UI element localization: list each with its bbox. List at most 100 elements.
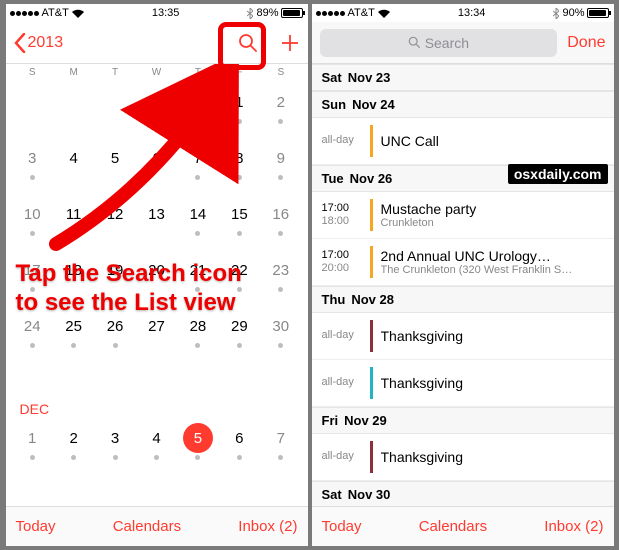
day-cell[interactable]: 25	[53, 305, 94, 361]
day-number: 30	[266, 311, 296, 341]
day-cell[interactable]: 22	[219, 249, 260, 305]
list-section-header: SunNov 24	[312, 91, 614, 118]
day-cell[interactable]: 7	[177, 137, 218, 193]
day-cell[interactable]: 17	[12, 249, 53, 305]
day-cell[interactable]: 19	[94, 249, 135, 305]
day-cell[interactable]: 15	[219, 193, 260, 249]
search-icon[interactable]	[238, 33, 258, 53]
list-section-header: FriNov 29	[312, 407, 614, 434]
day-number: 1	[17, 423, 47, 453]
calendars-button[interactable]: Calendars	[113, 518, 181, 535]
event-list[interactable]: SatNov 23SunNov 24all-dayUNC CallTueNov …	[312, 64, 614, 506]
day-cell[interactable]: 12	[94, 193, 135, 249]
day-cell[interactable]: 23	[260, 249, 301, 305]
battery-pct-label: 89%	[256, 7, 278, 19]
list-section-header: SatNov 23	[312, 64, 614, 91]
event-row[interactable]: all-dayUNC Call	[312, 118, 614, 165]
day-cell[interactable]	[53, 81, 94, 137]
event-time: all-day	[322, 329, 370, 342]
day-cell[interactable]: 2	[53, 417, 94, 473]
day-cell[interactable]: 3	[94, 417, 135, 473]
day-cell[interactable]: 21	[177, 249, 218, 305]
day-cell[interactable]: 28	[177, 305, 218, 361]
day-cell[interactable]: 16	[260, 193, 301, 249]
day-cell[interactable]: 10	[12, 193, 53, 249]
weekday-label: T	[94, 67, 135, 78]
day-cell[interactable]: 13	[136, 193, 177, 249]
day-cell[interactable]: 5	[177, 417, 218, 473]
event-dot-icon	[113, 455, 118, 460]
battery-icon	[281, 8, 303, 18]
status-bar: AT&T 13:34 90%	[312, 4, 614, 22]
back-button[interactable]: 2013	[14, 33, 64, 53]
event-dot-icon	[195, 287, 200, 292]
month-grid[interactable]: 1234567	[6, 417, 308, 473]
inbox-button[interactable]: Inbox (2)	[544, 518, 603, 535]
today-button[interactable]: Today	[16, 518, 56, 535]
event-row[interactable]: 17:0020:002nd Annual UNC Urology…The Cru…	[312, 239, 614, 286]
day-cell[interactable]: 11	[53, 193, 94, 249]
weekday-label: T	[177, 67, 218, 78]
day-cell[interactable]: 24	[12, 305, 53, 361]
day-cell[interactable]	[177, 81, 218, 137]
signal-dots-icon	[316, 11, 345, 16]
day-cell[interactable]: 26	[94, 305, 135, 361]
list-section-header: ThuNov 28	[312, 286, 614, 313]
day-number: 2	[266, 87, 296, 117]
event-row[interactable]: all-dayThanksgiving	[312, 434, 614, 481]
weekday-header: S M T W T F S	[6, 64, 308, 81]
search-input[interactable]: Search	[320, 29, 558, 57]
day-cell[interactable]: 18	[53, 249, 94, 305]
event-content: Thanksgiving	[381, 449, 604, 465]
done-button[interactable]: Done	[567, 34, 605, 52]
event-dot-icon	[195, 343, 200, 348]
day-cell[interactable]: 4	[53, 137, 94, 193]
day-cell[interactable]	[12, 81, 53, 137]
day-cell[interactable]: 30	[260, 305, 301, 361]
toolbar: Today Calendars Inbox (2)	[6, 506, 308, 546]
day-number: 5	[183, 423, 213, 453]
event-color-bar	[370, 199, 373, 231]
day-cell[interactable]: 9	[260, 137, 301, 193]
day-cell[interactable]: 20	[136, 249, 177, 305]
event-row[interactable]: all-dayThanksgiving	[312, 313, 614, 360]
day-cell[interactable]	[136, 81, 177, 137]
day-cell[interactable]	[94, 81, 135, 137]
calendar-month-screen: AT&T 13:35 89% 2013 S M T W	[6, 4, 308, 546]
event-dot-icon	[237, 287, 242, 292]
day-cell[interactable]: 27	[136, 305, 177, 361]
day-cell[interactable]: 4	[136, 417, 177, 473]
inbox-button[interactable]: Inbox (2)	[238, 518, 297, 535]
event-row[interactable]: all-dayThanksgiving	[312, 360, 614, 407]
day-cell[interactable]: 2	[260, 81, 301, 137]
day-cell[interactable]: 14	[177, 193, 218, 249]
day-cell[interactable]: 6	[219, 417, 260, 473]
event-dot-icon	[154, 455, 159, 460]
day-cell[interactable]: 7	[260, 417, 301, 473]
day-number: 7	[266, 423, 296, 453]
month-grid[interactable]: 1234567891011121314151617181920212223242…	[6, 81, 308, 361]
calendars-button[interactable]: Calendars	[419, 518, 487, 535]
event-time: 17:0018:00	[322, 202, 370, 228]
toolbar: Today Calendars Inbox (2)	[312, 506, 614, 546]
event-dot-icon	[237, 175, 242, 180]
day-number: 15	[224, 199, 254, 229]
event-dot-icon	[195, 175, 200, 180]
list-section-header: SatNov 30	[312, 481, 614, 506]
carrier-label: AT&T	[42, 7, 69, 19]
day-cell[interactable]: 8	[219, 137, 260, 193]
today-button[interactable]: Today	[322, 518, 362, 535]
day-number: 28	[183, 311, 213, 341]
day-cell[interactable]: 3	[12, 137, 53, 193]
event-dot-icon	[30, 287, 35, 292]
day-cell[interactable]: 6	[136, 137, 177, 193]
day-cell[interactable]: 1	[219, 81, 260, 137]
add-icon[interactable]	[280, 33, 300, 53]
day-number: 6	[141, 143, 171, 173]
day-cell[interactable]: 5	[94, 137, 135, 193]
day-cell[interactable]: 1	[12, 417, 53, 473]
day-cell[interactable]: 29	[219, 305, 260, 361]
day-number: 16	[266, 199, 296, 229]
back-label: 2013	[28, 34, 64, 52]
event-row[interactable]: 17:0018:00Mustache partyCrunkleton	[312, 192, 614, 239]
